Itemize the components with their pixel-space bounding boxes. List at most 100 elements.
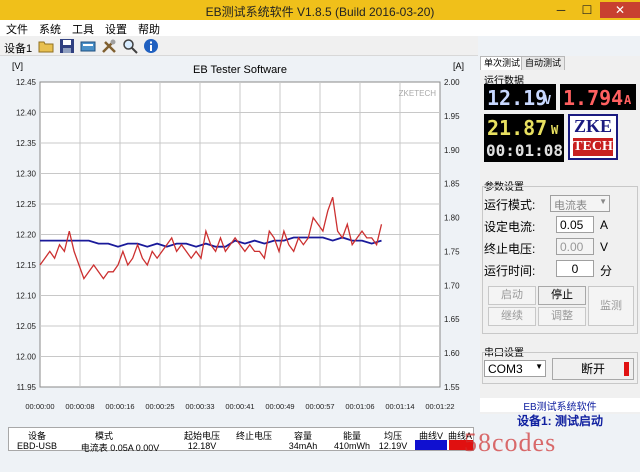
menu-tools[interactable]: 工具	[66, 20, 99, 37]
monitor-button[interactable]: 监测	[588, 286, 634, 326]
y-right-tick-label: 1.80	[444, 214, 460, 223]
window-title: EB测试系统软件 V1.8.5 (Build 2016-03-20)	[205, 5, 435, 19]
x-tick-label: 00:00:00	[25, 402, 54, 411]
stop-button[interactable]: 停止	[538, 286, 586, 305]
toolbar: 设备1	[0, 36, 478, 56]
site-watermark: 58codes	[464, 428, 557, 457]
title-bar: EB测试系统软件 V1.8.5 (Build 2016-03-20) ─ ☐ ✕	[0, 0, 640, 20]
current-display: 1.794 A	[560, 84, 636, 110]
x-tick-label: 00:00:41	[225, 402, 254, 411]
logo-bottom-text: TECH	[573, 138, 613, 156]
chevron-down-icon: ▼	[599, 197, 607, 206]
status-message: 设备1: 测试启动	[516, 414, 603, 428]
maximize-button[interactable]: ☐	[574, 2, 600, 18]
zketech-logo: ZKE TECH	[568, 114, 618, 160]
x-tick-label: 00:00:16	[105, 402, 134, 411]
current-unit: A	[624, 93, 632, 107]
chart-title: EB Tester Software	[193, 64, 287, 76]
y-right-tick-label: 1.65	[444, 315, 460, 324]
tab-single-test[interactable]: 单次测试	[480, 56, 525, 70]
cell-capacity: 34mAh	[288, 441, 318, 451]
search-icon[interactable]	[122, 38, 138, 54]
y-left-tick-label: 12.40	[16, 109, 37, 118]
x-tick-label: 00:01:06	[345, 402, 374, 411]
y-left-tick-label: 12.00	[16, 353, 37, 362]
power-value: 21.87	[487, 116, 548, 140]
x-tick-label: 00:01:22	[425, 402, 454, 411]
tab-auto-test[interactable]: 自动测试	[521, 56, 566, 70]
y-right-tick-label: 1.60	[444, 349, 460, 358]
disconnect-button[interactable]: 断开	[552, 358, 634, 380]
disconnect-label: 断开	[580, 362, 605, 376]
y-right-tick-label: 1.55	[444, 383, 460, 392]
y-left-label: [V]	[12, 61, 23, 71]
start-button[interactable]: 启动	[488, 286, 536, 305]
chart-panel: 12.45 12.40 12.35 12.30 12.25 12.20 12.15 12.10…	[0, 56, 478, 414]
info-icon[interactable]	[143, 38, 159, 54]
voltage-value: 12.19	[487, 86, 548, 110]
connection-indicator	[624, 362, 629, 376]
menu-system[interactable]: 系统	[33, 20, 66, 37]
x-tick-label: 00:00:25	[145, 402, 174, 411]
y-left-tick-label: 12.10	[16, 292, 37, 301]
results-table: 设备 模式 起始电压 终止电压 容量 能量 均压 曲线V 曲线A EBD-USB…	[8, 427, 474, 453]
y-left-tick-label: 11.95	[17, 383, 37, 392]
y-left-tick-label: 12.35	[16, 139, 37, 148]
y-left-tick-label: 12.15	[16, 261, 37, 270]
curve-v-color-swatch[interactable]	[415, 440, 447, 450]
x-tick-label: 00:01:14	[385, 402, 414, 411]
com-port-value: COM3	[488, 362, 523, 376]
logo-top-text: ZKE	[573, 116, 612, 136]
continue-button[interactable]: 继续	[488, 307, 536, 326]
chevron-down-icon: ▼	[535, 362, 543, 371]
run-time-unit: 分	[600, 264, 613, 278]
stop-voltage-unit: V	[600, 240, 609, 254]
voltage-current-chart: 12.45 12.40 12.35 12.30 12.25 12.20 12.15 12.10…	[12, 61, 464, 411]
stop-voltage-input[interactable]: 0.00	[556, 238, 594, 255]
y-left-tick-label: 12.45	[16, 78, 37, 87]
adjust-button[interactable]: 调整	[538, 307, 586, 326]
elapsed-time-display: 00:01:08	[484, 140, 564, 162]
stop-voltage-label: 终止电压:	[484, 242, 536, 256]
mode-label: 运行模式:	[484, 198, 536, 212]
cell-avg-voltage: 12.19V	[378, 441, 408, 451]
set-current-label: 设定电流:	[484, 220, 536, 234]
device-selector[interactable]: 设备1	[4, 40, 32, 56]
save-icon[interactable]	[59, 38, 75, 54]
current-value: 1.794	[563, 86, 624, 110]
menu-settings[interactable]: 设置	[99, 20, 132, 37]
y-left-tick-label: 12.25	[16, 200, 37, 209]
mode-select[interactable]: 电流表 ▼	[550, 195, 610, 212]
y-right-tick-label: 1.70	[444, 281, 460, 290]
device-icon[interactable]	[80, 38, 96, 54]
run-time-input[interactable]: 0	[556, 260, 594, 277]
x-tick-label: 00:00:57	[305, 402, 334, 411]
y-right-tick-label: 1.75	[444, 247, 460, 256]
close-button[interactable]: ✕	[600, 2, 640, 18]
com-port-select[interactable]: COM3 ▼	[484, 360, 546, 377]
menu-file[interactable]: 文件	[0, 20, 33, 37]
y-right-tick-label: 1.95	[444, 112, 460, 121]
voltage-unit: V	[544, 93, 552, 107]
mode-select-value: 电流表	[554, 200, 587, 212]
voltage-display: 12.19 V	[484, 84, 556, 110]
y-right-tick-label: 1.85	[444, 180, 460, 189]
right-panel: 单次测试 自动测试 运行数据 12.19 V 1.794 A 21.87 W 0…	[480, 56, 640, 414]
y-right-tick-label: 1.90	[444, 146, 460, 155]
cell-start-voltage: 12.18V	[187, 441, 217, 451]
set-current-input[interactable]: 0.05	[556, 216, 594, 233]
set-current-unit: A	[600, 218, 609, 232]
power-unit: W	[551, 123, 559, 137]
cell-energy: 410mWh	[333, 441, 370, 451]
menu-bar: 文件 系统 工具 设置 帮助	[0, 20, 640, 36]
minimize-button[interactable]: ─	[548, 2, 574, 18]
y-left-tick-label: 12.20	[16, 231, 37, 240]
run-time-label: 运行时间:	[484, 264, 536, 278]
y-right-label: [A]	[453, 61, 464, 71]
tools-icon[interactable]	[101, 38, 117, 54]
menu-help[interactable]: 帮助	[132, 20, 165, 37]
open-folder-icon[interactable]	[38, 38, 54, 54]
elapsed-time-value: 00:01:08	[486, 141, 564, 160]
header-end-voltage: 终止电压	[235, 431, 272, 441]
chart-watermark: ZKETECH	[399, 89, 437, 98]
